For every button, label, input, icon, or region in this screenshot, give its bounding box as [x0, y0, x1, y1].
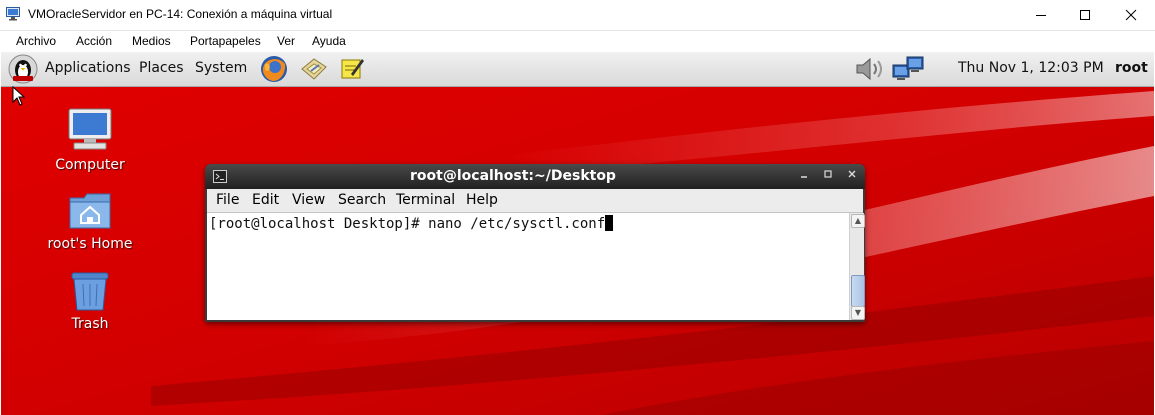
minimize-button[interactable]: [1018, 0, 1064, 30]
terminal-menu-file[interactable]: File: [216, 192, 239, 208]
scroll-down-arrow-icon[interactable]: ▼: [851, 306, 865, 320]
text-cursor: [605, 215, 614, 231]
menu-medios[interactable]: Medios: [132, 34, 171, 48]
vm-screen[interactable]: Applications Places System Thu Nov 1, 12…: [1, 52, 1154, 415]
terminal-body[interactable]: [root@localhost Desktop]# nano /etc/sysc…: [207, 213, 865, 320]
terminal-window[interactable]: root@localhost:~/Desktop File Edit View …: [205, 164, 865, 322]
menu-archivo[interactable]: Archivo: [16, 34, 56, 48]
terminal-minimize-button[interactable]: [797, 169, 811, 183]
minimize-icon: [801, 176, 807, 178]
volume-icon[interactable]: [853, 56, 889, 82]
trash-icon: [71, 272, 109, 311]
network-icon[interactable]: [891, 55, 927, 83]
menu-accion[interactable]: Acción: [76, 34, 112, 48]
desktop-icon-label: Trash: [71, 316, 109, 332]
terminal-menu-help[interactable]: Help: [466, 192, 498, 208]
maximize-button[interactable]: [1062, 0, 1108, 30]
scrollbar-thumb[interactable]: [851, 275, 865, 307]
terminal-output: [root@localhost Desktop]# nano /etc/sysc…: [209, 215, 614, 232]
terminal-menu-search[interactable]: Search: [338, 192, 386, 208]
terminal-maximize-button[interactable]: [821, 169, 835, 183]
terminal-menu-edit[interactable]: Edit: [252, 192, 279, 208]
mail-client-icon[interactable]: [299, 55, 329, 83]
terminal-command-line: [root@localhost Desktop]# nano /etc/sysc…: [209, 216, 606, 232]
terminal-menu-terminal[interactable]: Terminal: [396, 192, 455, 208]
maximize-icon: [824, 170, 832, 178]
close-button[interactable]: [1108, 0, 1154, 30]
system-menu[interactable]: System: [195, 60, 247, 76]
desktop-icon-home[interactable]: root's Home: [42, 190, 138, 258]
terminal-titlebar[interactable]: root@localhost:~/Desktop: [205, 164, 865, 189]
scroll-up-arrow-icon[interactable]: ▲: [851, 214, 865, 228]
top-panel: Applications Places System Thu Nov 1, 12…: [1, 52, 1154, 87]
minimize-icon: [1036, 15, 1046, 16]
places-menu[interactable]: Places: [139, 60, 184, 76]
menu-ayuda[interactable]: Ayuda: [312, 34, 346, 48]
applications-menu[interactable]: Applications: [45, 60, 131, 76]
host-window-title: VMOracleServidor en PC-14: Conexión a má…: [28, 7, 333, 21]
desktop-icon-computer[interactable]: Computer: [42, 107, 138, 179]
terminal-menu-view[interactable]: View: [292, 192, 325, 208]
user-menu[interactable]: root: [1115, 60, 1148, 76]
close-icon: [848, 170, 856, 178]
computer-icon: [68, 108, 112, 150]
vm-connection-icon: [6, 7, 20, 21]
desktop-icon-label: Computer: [55, 157, 125, 173]
menu-ver[interactable]: Ver: [277, 34, 295, 48]
desktop-icon-trash[interactable]: Trash: [42, 270, 138, 338]
terminal-scrollbar[interactable]: ▲ ▼: [849, 213, 865, 320]
terminal-menubar: File Edit View Search Terminal Help: [207, 189, 863, 213]
maximize-icon: [1080, 10, 1090, 20]
host-window-titlebar[interactable]: VMOracleServidor en PC-14: Conexión a má…: [0, 0, 1155, 31]
host-menubar: Archivo Acción Medios Portapapeles Ver A…: [0, 31, 1155, 52]
oracle-linux-penguin-icon[interactable]: [8, 54, 38, 84]
firefox-icon[interactable]: [259, 54, 289, 84]
clock[interactable]: Thu Nov 1, 12:03 PM: [958, 60, 1104, 76]
terminal-title: root@localhost:~/Desktop: [410, 168, 616, 184]
text-editor-icon[interactable]: [339, 56, 365, 82]
terminal-close-button[interactable]: [845, 169, 859, 183]
home-folder-icon: [69, 193, 111, 229]
desktop-icon-label: root's Home: [47, 236, 133, 252]
close-icon: [1125, 9, 1137, 21]
mouse-pointer-icon: [12, 86, 26, 106]
menu-portapapeles[interactable]: Portapapeles: [190, 34, 261, 48]
